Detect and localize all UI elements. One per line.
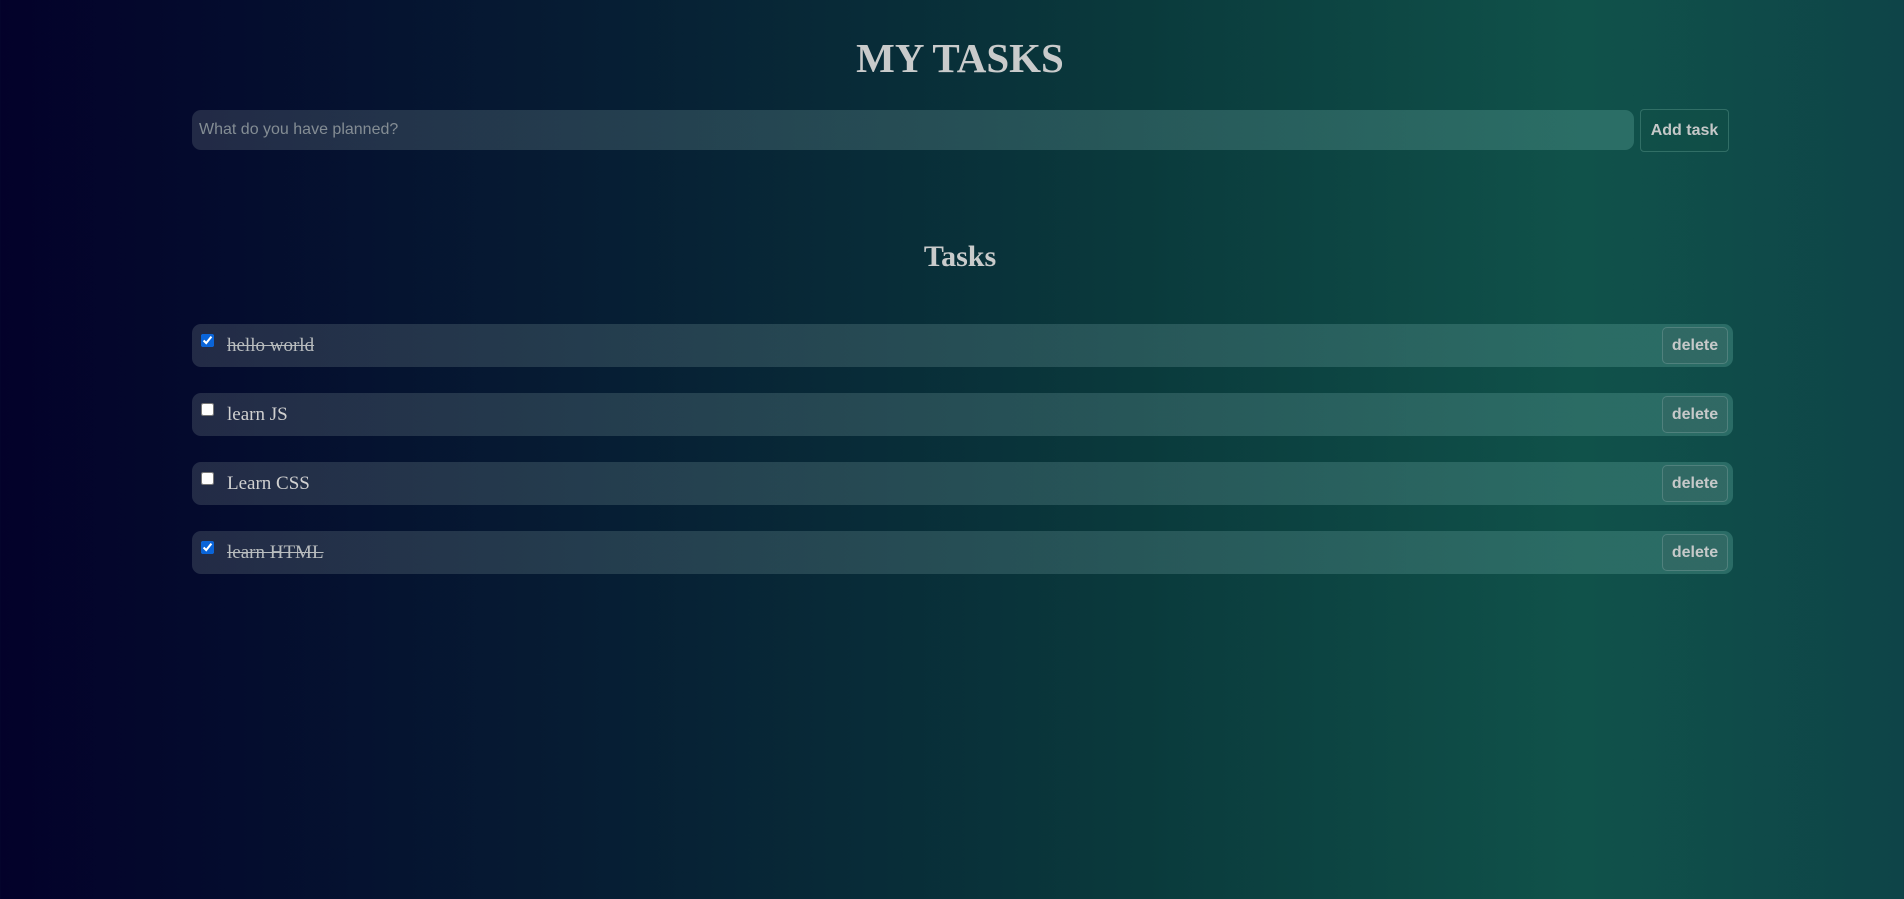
page-title: MY TASKS: [856, 35, 1064, 81]
task-checkbox[interactable]: [201, 403, 214, 416]
task-text: learn JS: [227, 404, 288, 425]
task-item: hello world delete: [192, 324, 1733, 367]
delete-task-button[interactable]: delete: [1662, 327, 1728, 364]
task-item: learn HTML delete: [192, 531, 1733, 574]
task-text: Learn CSS: [227, 473, 310, 494]
task-item: learn JS delete: [192, 393, 1733, 436]
task-text: learn HTML: [227, 542, 324, 563]
add-task-button[interactable]: Add task: [1640, 109, 1729, 152]
task-checkbox[interactable]: [201, 472, 214, 485]
tasks-heading: Tasks: [923, 240, 997, 273]
task-checkbox[interactable]: [201, 334, 214, 347]
task-item: Learn CSS delete: [192, 462, 1733, 505]
delete-task-button[interactable]: delete: [1662, 465, 1728, 502]
task-text: hello world: [227, 335, 315, 356]
task-checkbox[interactable]: [201, 541, 214, 554]
delete-task-button[interactable]: delete: [1662, 396, 1728, 433]
task-list: hello world delete learn JS delete Learn…: [192, 324, 1733, 600]
new-task-form: Add task: [192, 109, 1729, 152]
new-task-input[interactable]: [192, 110, 1634, 150]
delete-task-button[interactable]: delete: [1662, 534, 1728, 571]
